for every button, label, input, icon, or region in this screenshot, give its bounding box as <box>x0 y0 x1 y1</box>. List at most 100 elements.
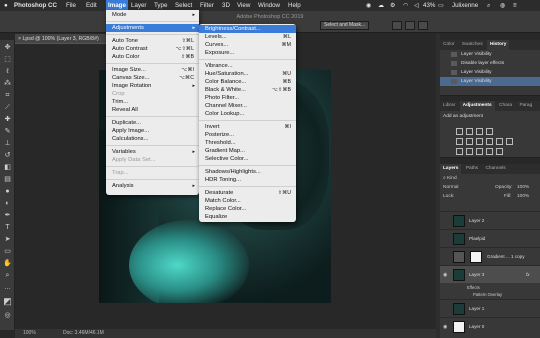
user-name[interactable]: Julixenne <box>452 0 478 11</box>
hand-tool-icon[interactable]: ✋ <box>3 259 12 268</box>
volume-icon[interactable]: ◁ <box>414 0 419 11</box>
menu-item[interactable]: Invert ⌘I <box>199 123 296 131</box>
history-row[interactable]: Disable layer effects <box>440 59 540 68</box>
move-tool-icon[interactable]: ✥ <box>3 43 12 52</box>
menu-item[interactable]: Adjustments ▸ <box>106 24 199 32</box>
history-brush-tool-icon[interactable]: ↺ <box>3 151 12 160</box>
tab-adjustments[interactable]: Adjustments <box>459 101 495 111</box>
menu-item[interactable]: Brightness/Contrast... <box>199 25 296 33</box>
tab-paths[interactable]: Paths <box>463 164 481 174</box>
shape-tool-icon[interactable]: ▭ <box>3 247 12 256</box>
menu-item[interactable]: Duplicate... <box>106 119 199 127</box>
zoom-tool-icon[interactable]: ⌕ <box>3 271 12 280</box>
crop-tool-icon[interactable]: ⌗ <box>3 91 12 100</box>
layer-row[interactable]: ◉ Layer 0 <box>440 317 540 335</box>
menu-item[interactable]: Image Size... ⌥⌘I <box>106 66 199 74</box>
menu-item[interactable]: Levels... ⌘L <box>199 33 296 41</box>
status-icon[interactable]: ⚙ <box>390 0 396 11</box>
history-row[interactable]: Layer Visibility <box>440 77 540 86</box>
siri-icon[interactable]: ◍ <box>500 0 505 11</box>
pen-tool-icon[interactable]: ✒ <box>3 211 12 220</box>
search-icon[interactable] <box>392 21 402 30</box>
lasso-tool-icon[interactable]: ℓ <box>3 67 12 76</box>
menu-list-icon[interactable]: ≡ <box>513 0 517 11</box>
tab-channels[interactable]: Channels <box>482 164 508 174</box>
brush-tool-icon[interactable]: ✎ <box>3 127 12 136</box>
menu-item[interactable]: Vibrance... <box>199 62 296 70</box>
layer-kind-select[interactable]: Kind <box>447 176 457 181</box>
select-and-mask-button[interactable]: Select and Mask... <box>320 21 370 30</box>
menu-app[interactable]: Photoshop CC <box>14 0 57 11</box>
eyedropper-tool-icon[interactable]: ⟋ <box>3 103 12 112</box>
menu-item[interactable]: Apply Image... <box>106 127 199 135</box>
menu-item[interactable]: Channel Mixer... <box>199 102 296 110</box>
doc-size[interactable]: Doc: 3.46M/46.1M <box>63 329 104 338</box>
menu-item[interactable]: Mode ▸ <box>106 11 199 19</box>
marquee-tool-icon[interactable]: ⬚ <box>3 55 12 64</box>
status-icon[interactable]: ☁ <box>378 0 384 11</box>
menu-item[interactable]: Hue/Saturation... ⌘U <box>199 70 296 78</box>
menu-item[interactable]: Exposure... <box>199 49 296 57</box>
menu-item[interactable]: Crop <box>106 90 199 98</box>
layer-row[interactable]: Layer 2 <box>440 211 540 229</box>
menu-item[interactable]: Replace Color... <box>199 205 296 213</box>
menu-item[interactable]: Color Balance... ⌘B <box>199 78 296 86</box>
tab-swatches[interactable]: Swatches <box>459 40 486 50</box>
menu-item[interactable]: Gradient Map... <box>199 147 296 155</box>
document-tab[interactable]: × Lpsd @ 100% (Layer 3, RGB/8#) <box>15 34 107 44</box>
layer-row[interactable]: Plaelpid <box>440 229 540 247</box>
healing-tool-icon[interactable]: ✚ <box>3 115 12 124</box>
zoom-level[interactable]: 100% <box>23 329 36 338</box>
eraser-tool-icon[interactable]: ◧ <box>3 163 12 172</box>
layer-row[interactable]: ◉ Layer 3 fx <box>440 265 540 283</box>
quick-mask-icon[interactable]: ◎ <box>3 311 12 320</box>
menu-item[interactable]: Threshold... <box>199 139 296 147</box>
menu-item[interactable]: Shadows/Highlights... <box>199 168 296 176</box>
tab-libraries[interactable]: Librar <box>440 101 458 111</box>
effect-item[interactable]: Pattern Overlay <box>473 292 502 297</box>
battery-icon[interactable]: ▭ <box>438 0 444 11</box>
blur-tool-icon[interactable]: ● <box>3 187 12 196</box>
opacity-value[interactable]: 100% <box>517 183 529 192</box>
tab-color[interactable]: Color <box>440 40 457 50</box>
tab-layers[interactable]: Layers <box>440 164 462 174</box>
menu-item[interactable]: Reveal All <box>106 106 199 114</box>
share-icon[interactable] <box>418 21 428 30</box>
gradient-map-icon[interactable] <box>486 148 493 155</box>
workspace-icon[interactable] <box>405 21 415 30</box>
type-tool-icon[interactable]: T <box>3 223 12 232</box>
menu-item[interactable]: Auto Contrast ⌥⇧⌘L <box>106 45 199 53</box>
history-row[interactable]: Layer Visibility <box>440 68 540 77</box>
battery-percent[interactable]: 43% <box>423 0 435 11</box>
menu-item[interactable]: Analysis ▸ <box>106 182 199 190</box>
blend-mode-select[interactable]: Normal <box>443 185 458 190</box>
menu-item[interactable]: Posterize... <box>199 131 296 139</box>
selective-color-icon[interactable] <box>496 148 503 155</box>
wifi-icon[interactable]: ◠ <box>403 0 408 11</box>
channel-mixer-icon[interactable] <box>506 138 513 145</box>
history-row[interactable]: Layer Visibility <box>440 50 540 59</box>
stamp-tool-icon[interactable]: ⊥ <box>3 139 12 148</box>
tab-paragraph[interactable]: Parag <box>516 101 535 111</box>
status-icon[interactable]: ◉ <box>366 0 371 11</box>
tab-history[interactable]: History <box>486 40 510 50</box>
menu-item[interactable]: Black & White... ⌥⇧⌘B <box>199 86 296 94</box>
menu-edit[interactable]: Edit <box>86 0 97 11</box>
quick-select-tool-icon[interactable]: ⁂ <box>3 79 12 88</box>
menu-item[interactable]: Match Color... <box>199 197 296 205</box>
layer-row[interactable]: Layer 1 <box>440 299 540 317</box>
posterize-icon[interactable] <box>466 148 473 155</box>
menu-file[interactable]: File <box>66 0 76 11</box>
fill-value[interactable]: 100% <box>517 192 529 201</box>
layer-row[interactable]: Gradient ... 1 copy <box>440 247 540 265</box>
menu-item[interactable]: Auto Color ⇧⌘B <box>106 53 199 61</box>
menu-item[interactable]: Color Lookup... <box>199 110 296 118</box>
menu-item[interactable]: HDR Toning... <box>199 176 296 184</box>
menu-filter[interactable]: Filter <box>200 0 214 11</box>
close-icon[interactable]: × <box>18 36 21 42</box>
path-select-tool-icon[interactable]: ➤ <box>3 235 12 244</box>
eye-icon[interactable]: ◉ <box>443 318 447 336</box>
gradient-tool-icon[interactable]: ▤ <box>3 175 12 184</box>
menu-item[interactable]: Canvas Size... ⌥⌘C <box>106 74 199 82</box>
menu-item[interactable]: Apply Data Set... <box>106 156 199 164</box>
